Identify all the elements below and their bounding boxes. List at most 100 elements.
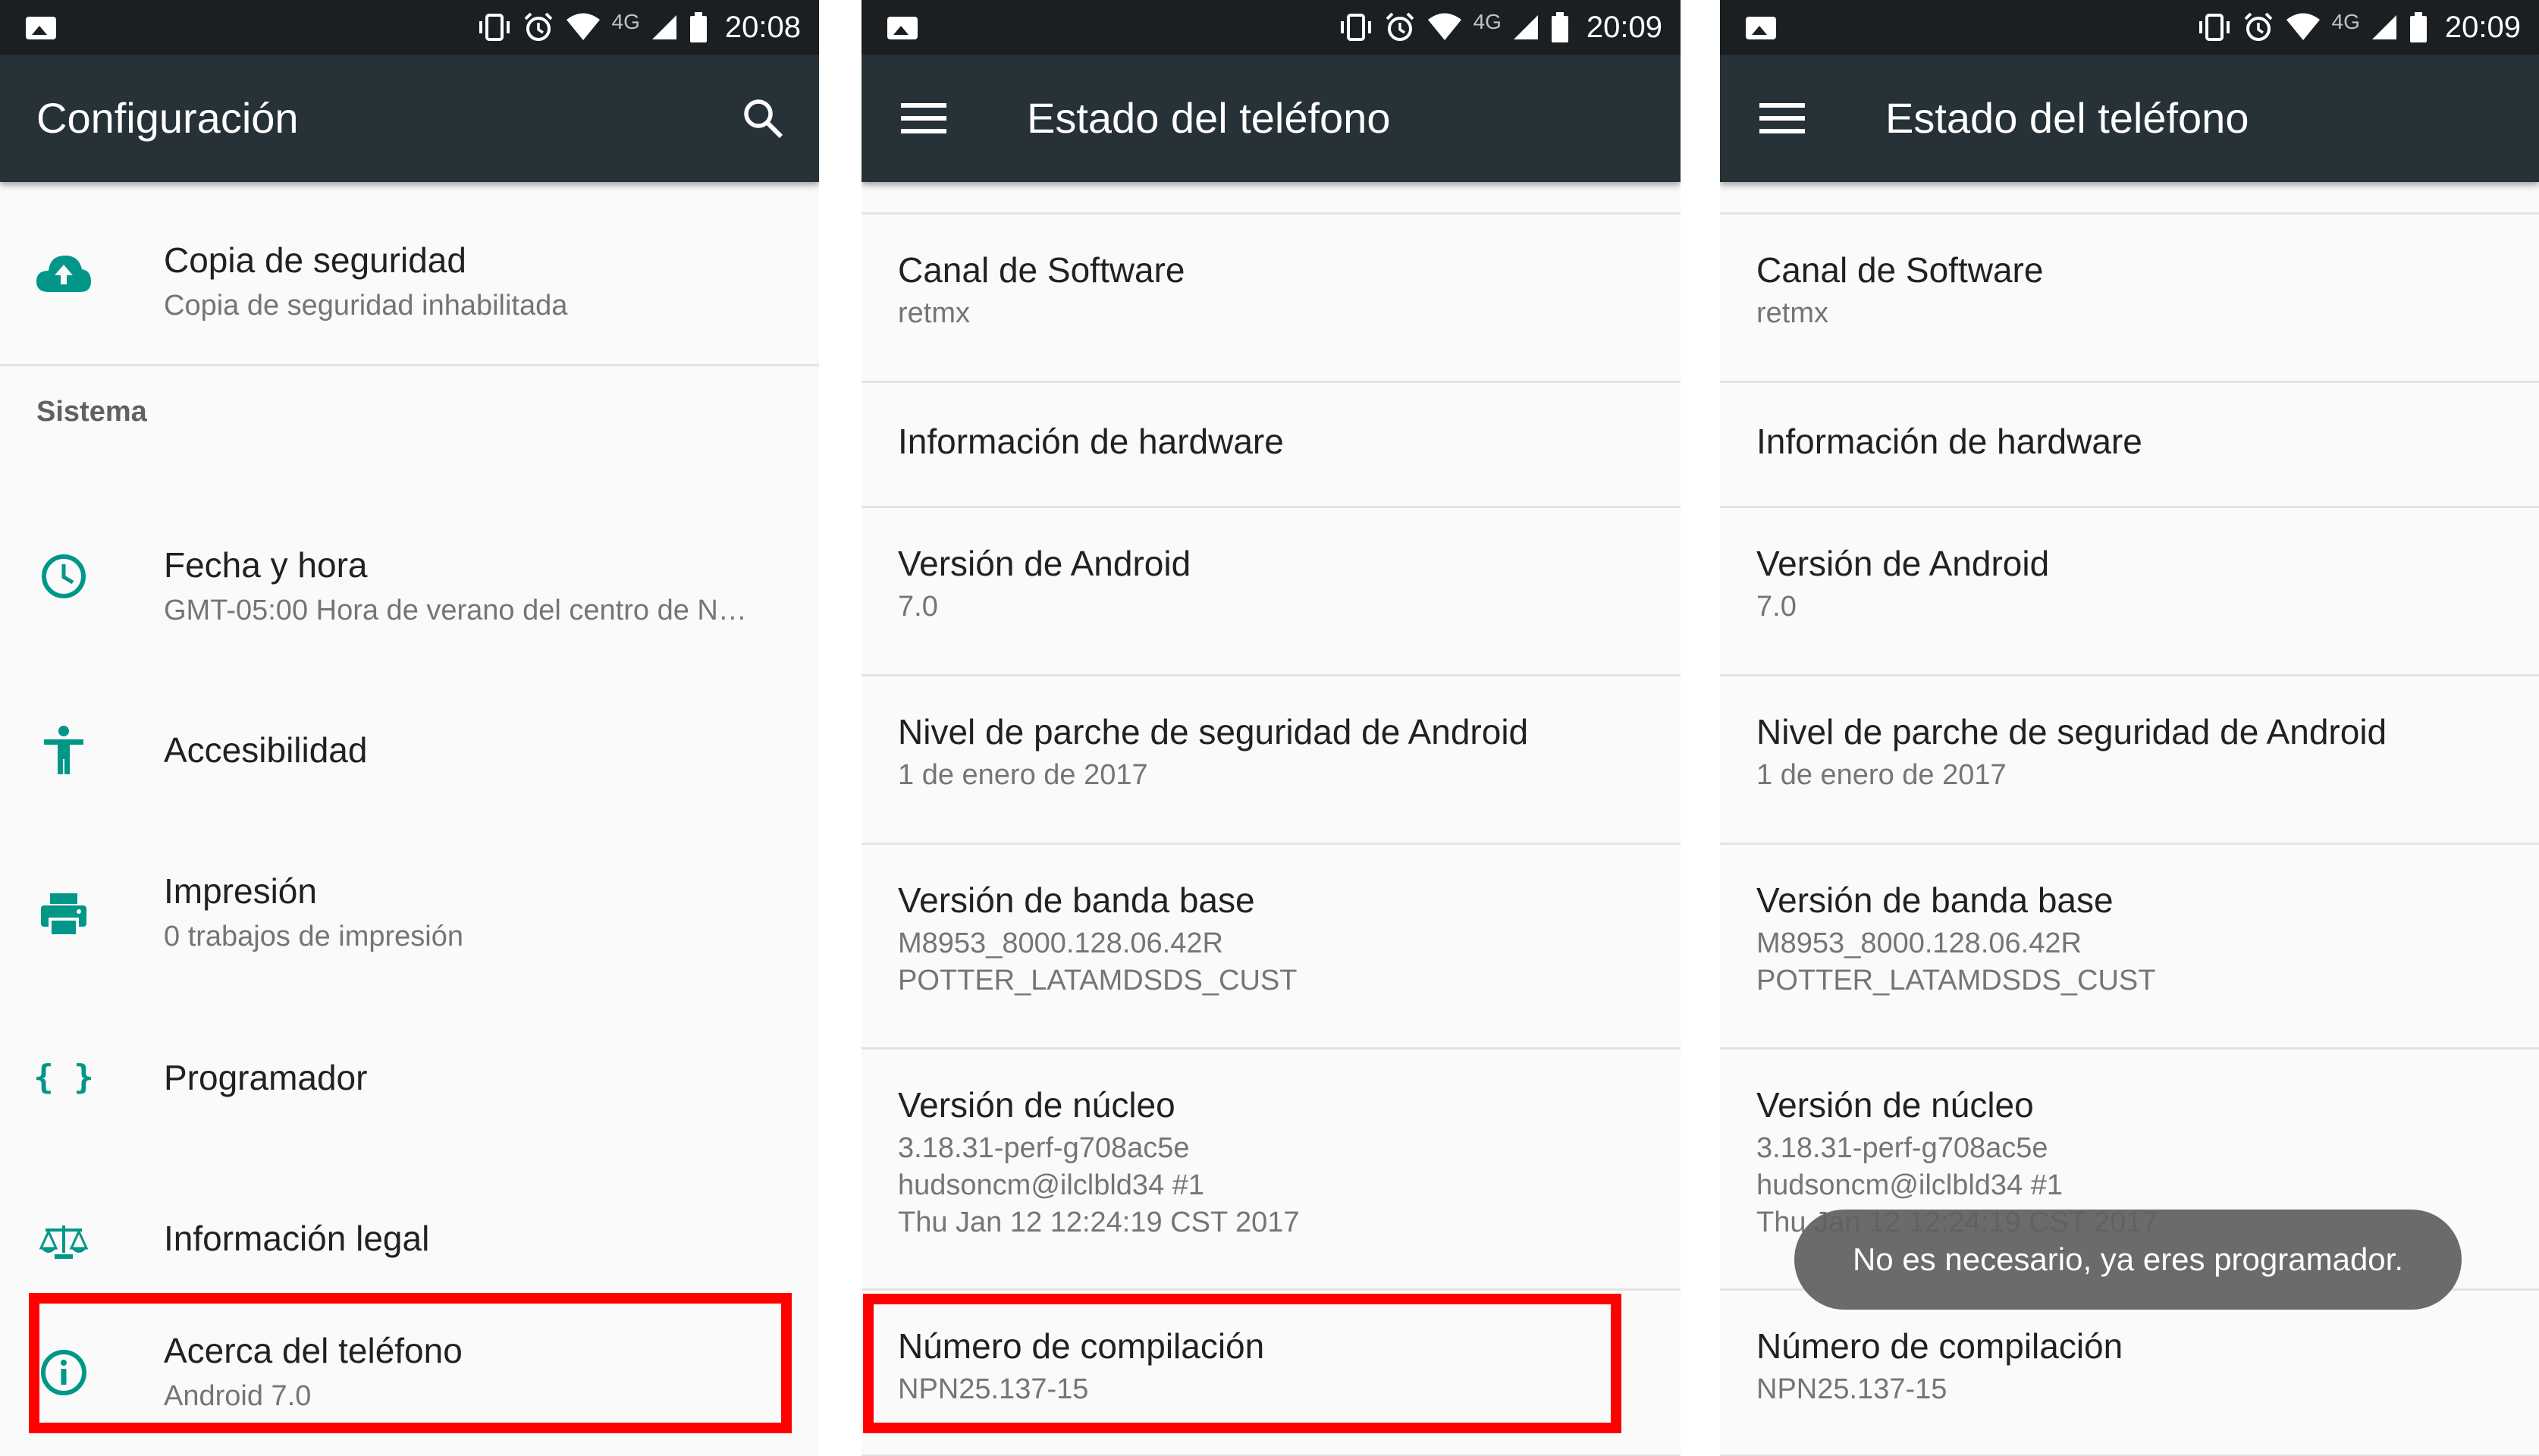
status-time: 20:09 bbox=[2444, 10, 2521, 44]
network-type-label: 4G bbox=[611, 10, 640, 33]
app-toolbar: Estado del teléfono bbox=[1720, 55, 2539, 182]
status-row-title: Versión de banda base bbox=[898, 880, 1255, 920]
phone-status-list: Canal de Software retmx Información de h… bbox=[862, 182, 1681, 1456]
status-row-value: 7.0 bbox=[1756, 591, 1797, 623]
settings-item-title: Información legal bbox=[164, 1219, 430, 1258]
network-type-label: 4G bbox=[1473, 10, 1502, 33]
status-row-title: Versión de banda base bbox=[1756, 880, 2114, 920]
settings-item-subtitle: 0 trabajos de impresión bbox=[164, 921, 463, 952]
status-row-software-channel[interactable]: Canal de Software retmx bbox=[862, 212, 1681, 381]
status-row-title: Canal de Software bbox=[1756, 250, 2044, 290]
status-row-value: M8953_8000.128.06.42R POTTER_LATAMDSDS_C… bbox=[1756, 927, 2156, 996]
developer-braces-icon: { } bbox=[33, 1057, 94, 1097]
settings-item-title: Fecha y hora bbox=[164, 545, 368, 585]
settings-list: Copia de seguridad Copia de seguridad in… bbox=[0, 182, 819, 1456]
settings-item-subtitle: Copia de seguridad inhabilitada bbox=[164, 290, 568, 322]
highlight-box-build-number bbox=[863, 1294, 1621, 1433]
status-row-value: 3.18.31-perf-g708ac5e hudsoncm@ilclbld34… bbox=[898, 1132, 1300, 1238]
wifi-icon bbox=[1427, 13, 1461, 40]
battery-icon bbox=[1551, 12, 1568, 42]
vibrate-icon bbox=[2198, 14, 2230, 41]
settings-item-legal[interactable]: Información legal bbox=[0, 1168, 819, 1304]
page-title: Configuración bbox=[36, 94, 299, 142]
settings-item-accessibility[interactable]: Accesibilidad bbox=[0, 682, 819, 819]
status-row-title: Versión de núcleo bbox=[1756, 1085, 2034, 1125]
status-time: 20:09 bbox=[1586, 10, 1662, 44]
status-row-software-channel[interactable]: Canal de Software retmx bbox=[1720, 212, 2539, 381]
printer-icon bbox=[33, 884, 94, 945]
settings-item-printing[interactable]: Impresión 0 trabajos de impresión bbox=[0, 834, 819, 993]
status-row-title: Versión de Android bbox=[1756, 544, 2050, 583]
menu-icon[interactable] bbox=[1759, 102, 1805, 135]
battery-icon bbox=[689, 12, 707, 42]
alarm-icon bbox=[2244, 12, 2272, 41]
vibrate-icon bbox=[1340, 14, 1371, 41]
battery-icon bbox=[2409, 12, 2427, 42]
settings-screen: 4G 20:08 Configuración Copia de segurida… bbox=[0, 0, 819, 1456]
settings-item-backup[interactable]: Copia de seguridad Copia de seguridad in… bbox=[0, 182, 819, 364]
page-title: Estado del teléfono bbox=[1885, 94, 2249, 142]
scales-icon bbox=[33, 1212, 94, 1272]
cell-signal-icon bbox=[2371, 15, 2396, 39]
status-row-title: Canal de Software bbox=[898, 250, 1185, 290]
toast-message: No es necesario, ya eres programador. bbox=[1794, 1210, 2462, 1310]
highlight-box-about-phone bbox=[29, 1293, 792, 1433]
status-row-value: 7.0 bbox=[898, 591, 938, 623]
status-row-value: retmx bbox=[898, 297, 970, 329]
cell-signal-icon bbox=[651, 15, 676, 39]
section-header-sistema: Sistema bbox=[36, 396, 147, 428]
phone-status-screen-toast: 4G 20:09 Estado del teléfono Canal de So… bbox=[1720, 0, 2539, 1456]
alarm-icon bbox=[1386, 12, 1414, 41]
menu-icon[interactable] bbox=[901, 102, 946, 135]
settings-item-developer[interactable]: { } Programador bbox=[0, 1009, 819, 1145]
status-row-value: retmx bbox=[1756, 297, 1828, 329]
status-row-baseband-version[interactable]: Versión de banda base M8953_8000.128.06.… bbox=[862, 843, 1681, 1047]
cell-signal-icon bbox=[1513, 15, 1538, 39]
settings-item-title: Accesibilidad bbox=[164, 730, 368, 770]
status-bar: 4G 20:09 bbox=[1720, 0, 2539, 55]
status-time: 20:08 bbox=[724, 10, 801, 44]
section-divider bbox=[0, 364, 819, 366]
status-row-value: NPN25.137-15 bbox=[1756, 1373, 1947, 1405]
settings-item-title: Impresión bbox=[164, 871, 317, 911]
status-row-security-patch[interactable]: Nivel de parche de seguridad de Android … bbox=[862, 674, 1681, 843]
status-bar: 4G 20:08 bbox=[0, 0, 819, 55]
app-toolbar: Estado del teléfono bbox=[862, 55, 1681, 182]
vibrate-icon bbox=[479, 14, 510, 41]
status-row-title: Versión de Android bbox=[898, 544, 1191, 583]
page-title: Estado del teléfono bbox=[1027, 94, 1391, 142]
status-row-hardware-info[interactable]: Información de hardware bbox=[862, 381, 1681, 506]
status-row-value: M8953_8000.128.06.42R POTTER_LATAMDSDS_C… bbox=[898, 927, 1298, 996]
image-notification-icon bbox=[1746, 17, 1776, 39]
app-toolbar: Configuración bbox=[0, 55, 819, 182]
search-icon[interactable] bbox=[740, 96, 786, 141]
status-row-build-number[interactable]: Número de compilación NPN25.137-15 bbox=[1720, 1288, 2539, 1456]
settings-item-subtitle: GMT-05:00 Hora de verano del centro de N… bbox=[164, 595, 747, 626]
status-row-title: Nivel de parche de seguridad de Android bbox=[898, 712, 1529, 752]
network-type-label: 4G bbox=[2331, 10, 2360, 33]
cloud-upload-icon bbox=[33, 243, 94, 303]
image-notification-icon bbox=[26, 17, 56, 39]
status-row-security-patch[interactable]: Nivel de parche de seguridad de Android … bbox=[1720, 674, 2539, 843]
status-row-title: Nivel de parche de seguridad de Android bbox=[1756, 712, 2387, 752]
status-bar: 4G 20:09 bbox=[862, 0, 1681, 55]
clock-icon bbox=[33, 546, 94, 607]
status-row-title: Información de hardware bbox=[1756, 422, 2142, 461]
status-row-title: Información de hardware bbox=[898, 422, 1284, 461]
alarm-icon bbox=[524, 12, 552, 41]
settings-item-date-time[interactable]: Fecha y hora GMT-05:00 Hora de verano de… bbox=[0, 493, 819, 660]
status-row-title: Número de compilación bbox=[1756, 1326, 2123, 1366]
status-row-hardware-info[interactable]: Información de hardware bbox=[1720, 381, 2539, 506]
status-row-title: Versión de núcleo bbox=[898, 1085, 1175, 1125]
settings-item-title: Copia de seguridad bbox=[164, 240, 466, 280]
status-row-kernel-version[interactable]: Versión de núcleo 3.18.31-perf-g708ac5e … bbox=[862, 1047, 1681, 1288]
status-row-value: 1 de enero de 2017 bbox=[898, 759, 1148, 791]
wifi-icon bbox=[2286, 13, 2320, 40]
status-row-baseband-version[interactable]: Versión de banda base M8953_8000.128.06.… bbox=[1720, 843, 2539, 1047]
accessibility-icon bbox=[33, 720, 94, 781]
status-row-android-version[interactable]: Versión de Android 7.0 bbox=[1720, 506, 2539, 674]
image-notification-icon bbox=[887, 17, 918, 39]
settings-item-title: Programador bbox=[164, 1058, 368, 1097]
status-row-value: 1 de enero de 2017 bbox=[1756, 759, 2007, 791]
status-row-android-version[interactable]: Versión de Android 7.0 bbox=[862, 506, 1681, 674]
